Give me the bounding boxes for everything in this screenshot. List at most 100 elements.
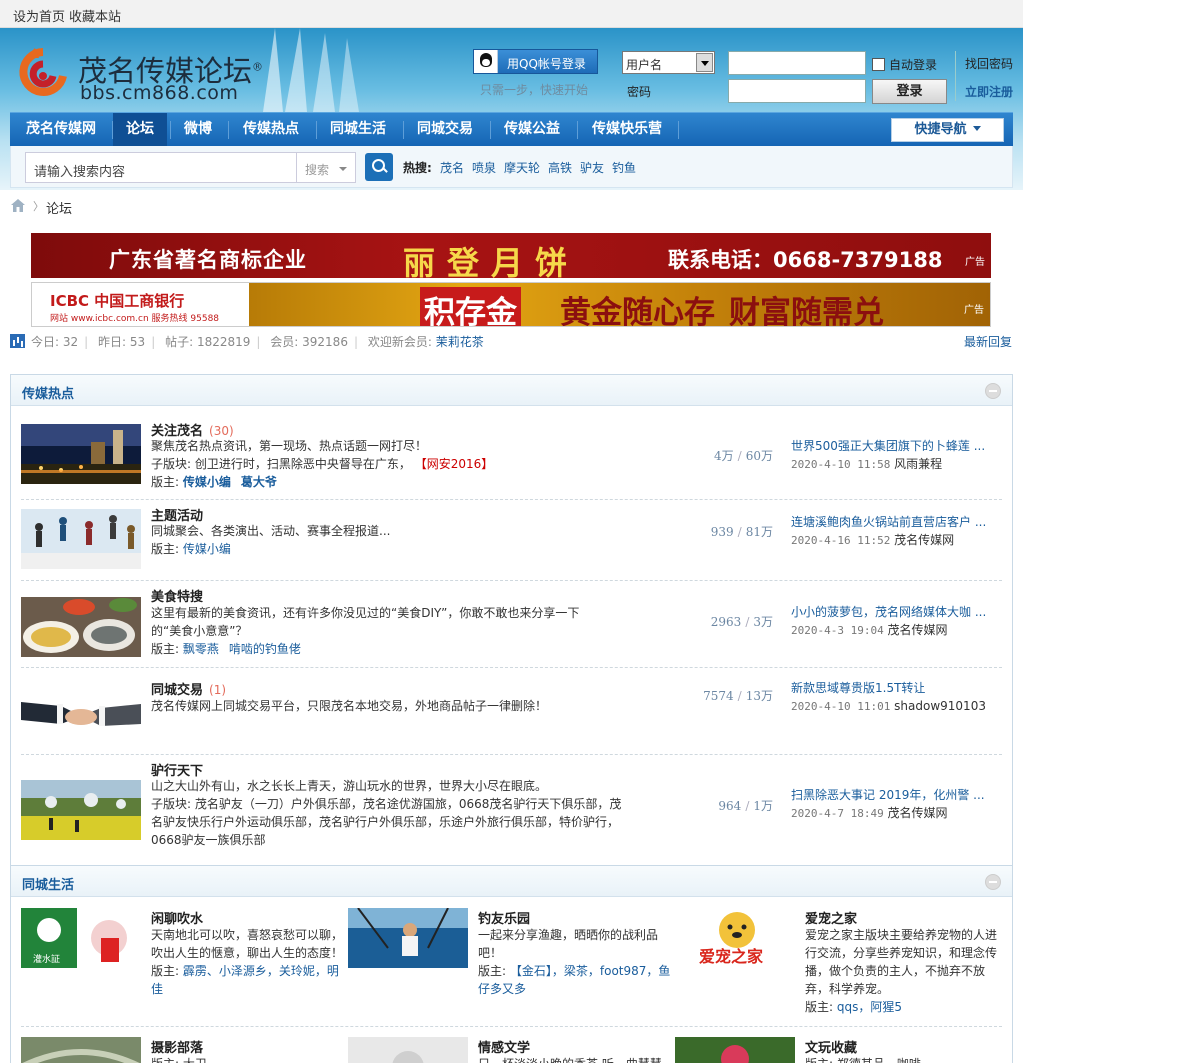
ad-text: 积存金 — [420, 287, 521, 326]
hot-word-link[interactable]: 驴友 — [580, 159, 604, 176]
find-password-link[interactable]: 找回密码 — [965, 55, 1013, 72]
qq-login-button[interactable]: 用QQ帐号登录 — [473, 49, 598, 74]
new-member-link[interactable]: 茉莉花茶 — [436, 335, 484, 349]
nav-item-media-hot[interactable]: 传媒热点 — [230, 113, 312, 146]
last-post-user[interactable]: 茂名传媒网 — [888, 623, 948, 637]
last-post-user[interactable]: 茂名传媒网 — [894, 533, 954, 547]
last-post-user[interactable]: 风雨兼程 — [894, 457, 942, 471]
collapse-icon[interactable] — [985, 874, 1001, 890]
set-home-link[interactable]: 设为首页 — [13, 6, 65, 25]
subforum-link[interactable]: 【网安2016】 — [415, 457, 494, 471]
hot-word-link[interactable]: 钓鱼 — [612, 159, 636, 176]
icbc-logo: ICBC 中国工商银行 — [50, 292, 185, 310]
forum-thumb-collection[interactable] — [675, 1037, 795, 1063]
nav-item-forum[interactable]: 论坛 — [113, 113, 167, 146]
last-post-user[interactable]: shadow910103 — [894, 699, 986, 713]
username-type-select[interactable]: 用户名 — [622, 51, 715, 74]
login-button[interactable]: 登录 — [872, 79, 947, 104]
nav-item-city-trade[interactable]: 同城交易 — [404, 113, 486, 146]
ad-banner-icbc[interactable]: ICBC 中国工商银行 网站 www.icbc.com.cn 服务热线 9558… — [31, 282, 991, 327]
nav-item-weibo[interactable]: 微博 — [172, 113, 224, 146]
home-icon[interactable] — [11, 199, 25, 212]
forum-thumb-fishing[interactable] — [348, 908, 468, 968]
last-post-title[interactable]: 世界500强正大集团旗下的卜蜂莲 ... — [791, 437, 1001, 455]
moderator-link[interactable]: 飘零燕 — [183, 642, 219, 656]
nav-divider — [678, 121, 679, 139]
qq-login-label: 用QQ帐号登录 — [507, 57, 586, 71]
forum-thumb-handshake[interactable] — [21, 684, 141, 744]
forum-name[interactable]: 闲聊吹水 — [151, 908, 203, 927]
subforum-links[interactable]: 茂名驴友（一刀）户外俱乐部，茂名途优游国旅，0668茂名驴行天下俱乐部，茂名驴友… — [151, 797, 621, 847]
forum-name[interactable]: 情感文学 — [478, 1037, 530, 1056]
hot-word-link[interactable]: 茂名 — [440, 159, 464, 176]
forum-name[interactable]: 摄影部落 — [151, 1037, 203, 1056]
ad-banner-mooncake[interactable]: 广东省著名商标企业 丽登月饼 联系电话：0668-7379188 广告 — [31, 233, 991, 278]
moderator-links[interactable]: 霹雳、小泽源乡，关玲妮，明佳 — [151, 964, 339, 996]
section-header: 传媒热点 — [11, 375, 1012, 406]
forum-thumb-jumping-people[interactable] — [21, 509, 141, 569]
forum-thumb-city-night[interactable] — [21, 424, 141, 484]
last-post-title[interactable]: 连塘溪鲍肉鱼火锅站前直营店客户 ... — [791, 513, 1001, 531]
forum-name[interactable]: 爱宠之家 — [805, 908, 857, 927]
forum-desc: 山之大山外有山，水之长长上青天，游山玩水的世界，世界大小尽在眼底。 — [151, 779, 548, 793]
last-post-title[interactable]: 新款思域尊贵版1.5T转让 — [791, 679, 1001, 697]
nav-item-home[interactable]: 茂名传媒网 — [14, 113, 108, 146]
nav-item-happy-camp[interactable]: 传媒快乐营 — [578, 113, 676, 146]
ad-text: 广东省著名商标企业 — [109, 248, 307, 272]
forum-thumb-pets[interactable]: 爱宠之家 — [675, 908, 795, 968]
forum-thumb-chat[interactable]: 灌水証 — [21, 908, 141, 968]
sail-decoration — [263, 28, 359, 112]
latest-reply-link[interactable]: 最新回复 — [964, 333, 1012, 350]
forum-thumb-rose[interactable] — [348, 1037, 468, 1063]
forum-stats: 2963/3万 — [710, 615, 773, 629]
section-title[interactable]: 同城生活 — [22, 874, 74, 893]
collapse-icon[interactable] — [985, 383, 1001, 399]
last-post-title[interactable]: 扫黑除恶大事记 2019年，化州警 ... — [791, 786, 1001, 804]
quick-nav-button[interactable]: 快捷导航 — [891, 118, 1004, 142]
moderator-link[interactable]: 啃啮的钓鱼佬 — [229, 642, 301, 656]
checkbox-icon — [872, 58, 885, 71]
last-post: 扫黑除恶大事记 2019年，化州警 ... 2020-4-7 18:49 茂名传… — [791, 786, 1001, 823]
register-link[interactable]: 立即注册 — [965, 83, 1013, 100]
autologin-checkbox[interactable]: 自动登录 — [872, 56, 937, 73]
moderator-links[interactable]: 【金石】，梁茶，foot987，鱼仔多又多 — [478, 964, 670, 996]
new-post-count: (30) — [209, 424, 234, 438]
forum-name[interactable]: 美食特搜 — [151, 586, 203, 605]
search-type-select[interactable]: 搜索 — [296, 152, 356, 183]
forum-thumb-hiking[interactable] — [21, 780, 141, 840]
section-title[interactable]: 传媒热点 — [22, 383, 74, 402]
forum-desc: 只一杯淡淡小晚的香茶 听一曲慧慧 — [478, 1055, 674, 1063]
moderator-link[interactable]: 葛大爷 — [241, 475, 277, 489]
breadcrumb-current: 论坛 — [46, 202, 73, 217]
hot-word-link[interactable]: 喷泉 — [472, 159, 496, 176]
forum-thumb-food[interactable] — [21, 597, 141, 657]
forum-stats: 7574/13万 — [703, 689, 773, 703]
forum-desc: 茂名传媒网上同城交易平台，只限茂名本地交易，外地商品帖子一律删除！ — [151, 699, 548, 713]
search-button[interactable] — [365, 153, 393, 181]
forum-desc: 版主: 大卫 — [151, 1055, 347, 1063]
bookmark-link[interactable]: 收藏本站 — [69, 6, 121, 25]
forum-name[interactable]: 钓友乐园 — [478, 908, 530, 927]
hot-word-link[interactable]: 摩天轮 — [504, 159, 540, 176]
search-input[interactable]: 请输入搜索内容 — [25, 152, 297, 183]
forum-desc: 这里有最新的美食资讯，还有许多你没见过的“美食DIY”，你敢不敢也来分享一下的“… — [151, 606, 580, 638]
moderator-link[interactable]: 传媒小编 — [183, 542, 231, 556]
password-input[interactable] — [728, 79, 866, 103]
nav-item-charity[interactable]: 传媒公益 — [491, 113, 573, 146]
last-post-user[interactable]: 茂名传媒网 — [888, 806, 948, 820]
forum-name[interactable]: 同城交易 (1) — [151, 679, 226, 698]
nav-item-city-life[interactable]: 同城生活 — [317, 113, 399, 146]
moderator-links[interactable]: qqs，阿猩5 — [837, 1000, 902, 1014]
section-media-hot: 传媒热点 关注茂名 (30) 聚焦茂名热点资讯，第一现场、热点话题一网打尽！ 子版… — [10, 374, 1013, 866]
forum-thumb-photography[interactable] — [21, 1037, 141, 1063]
forum-row: 主题活动 同城聚会、各类演出、活动、赛事全程报道... 版主: 传媒小编 939… — [21, 501, 1002, 581]
last-post-title[interactable]: 小小的菠萝包，茂名网络媒体大咖 ... — [791, 603, 1001, 621]
logo-icon — [19, 48, 67, 96]
forum-name[interactable]: 文玩收藏 — [805, 1037, 857, 1056]
moderator-link[interactable]: 传媒小编 — [183, 475, 231, 489]
hot-word-link[interactable]: 高铁 — [548, 159, 572, 176]
qq-quick-start-tip[interactable]: 只需一步，快速开始 — [480, 81, 588, 98]
username-input[interactable] — [728, 51, 866, 75]
forum-moderators: 版主: 传媒小编 — [151, 542, 231, 556]
row-divider — [21, 1026, 1002, 1027]
